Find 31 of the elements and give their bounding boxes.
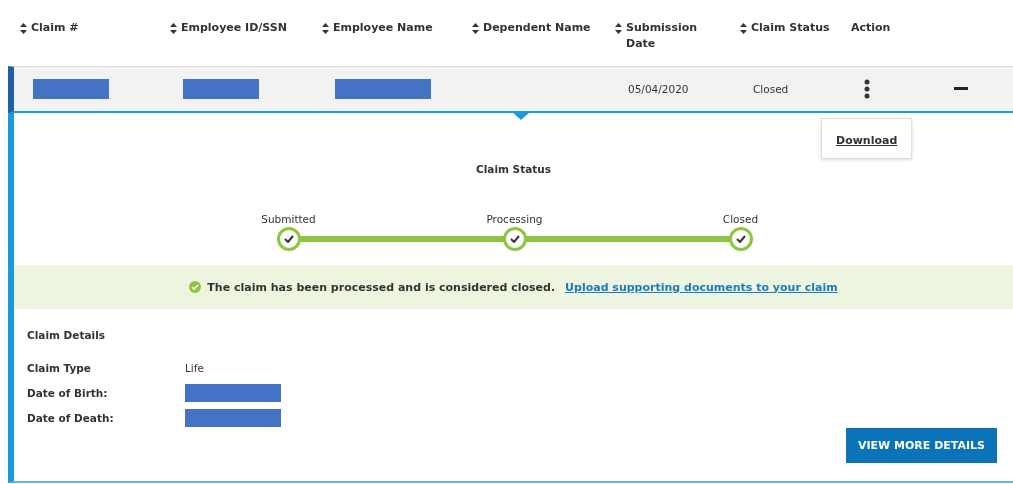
sort-icon[interactable] (322, 23, 329, 34)
more-icon[interactable] (864, 79, 870, 99)
step-label: Submitted (261, 213, 316, 225)
view-details-button[interactable]: VIEW MORE DETAILS (845, 428, 997, 463)
field-label: Date of Birth: (27, 386, 109, 399)
sort-icon[interactable] (20, 23, 27, 34)
cell-text: 05/04/2020 (628, 83, 689, 95)
column-header[interactable]: Employee Name (322, 20, 433, 36)
check-circle-icon (189, 281, 202, 293)
column-header[interactable]: Submission Date (615, 20, 706, 52)
sort-icon[interactable] (472, 23, 479, 34)
column-header[interactable]: Employee ID/SSN (170, 20, 287, 36)
column-header[interactable]: Claim # (20, 20, 79, 36)
sort-icon[interactable] (615, 23, 622, 34)
step-label: Closed (722, 213, 759, 225)
field-label: Date of Death: (27, 411, 115, 424)
sort-icon[interactable] (740, 23, 747, 34)
details-title: Claim Details (27, 329, 106, 341)
upload-link[interactable]: Upload supporting documents to your claim (565, 280, 838, 294)
column-header: Action (851, 20, 891, 36)
cell-text: Closed (753, 83, 789, 95)
field-value: Life (185, 361, 204, 374)
step-label: Processing (486, 213, 543, 225)
status-title: Claim Status (475, 163, 552, 175)
column-header[interactable]: Claim Status (740, 20, 830, 36)
field-label: Claim Type (27, 361, 92, 374)
sort-icon[interactable] (170, 23, 177, 34)
status-message: The claim has been processed and is considered closed. (207, 280, 556, 294)
download-link[interactable]: Download (836, 134, 898, 147)
pointer-icon (512, 112, 530, 120)
column-header[interactable]: Dependent Name (472, 20, 591, 36)
